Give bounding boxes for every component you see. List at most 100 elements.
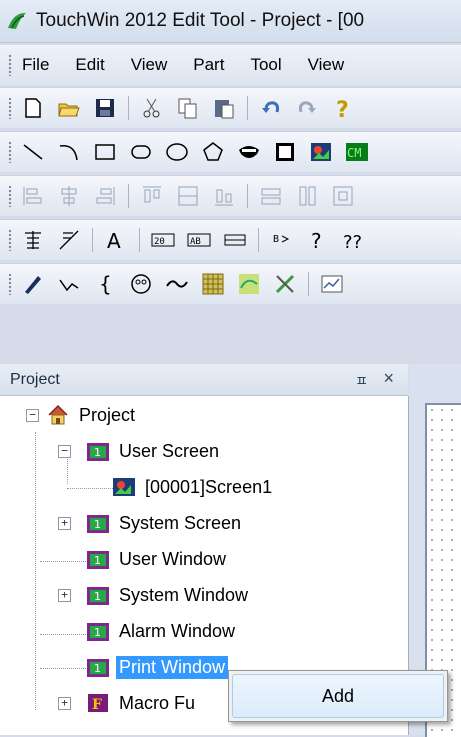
grip-handle[interactable]	[8, 54, 12, 76]
sector-icon[interactable]	[236, 139, 262, 165]
home-icon	[48, 404, 68, 425]
tree-item-screen1[interactable]: [00001]Screen1	[112, 472, 275, 502]
separator	[92, 228, 93, 252]
align-bottom-icon[interactable]	[211, 183, 237, 209]
chart-icon[interactable]	[319, 271, 345, 297]
tree-item-project[interactable]: − Project	[24, 400, 138, 430]
parts-toolbar: {	[0, 263, 461, 304]
pencil-icon[interactable]	[20, 271, 46, 297]
context-menu-add[interactable]: Add	[232, 674, 444, 718]
meter-icon[interactable]	[128, 271, 154, 297]
tree-item-alarm-window[interactable]: 1 Alarm Window	[86, 616, 238, 646]
svg-text:A: A	[107, 229, 121, 252]
pin-icon[interactable]: ㅍ	[355, 371, 368, 391]
svg-text:AB: AB	[190, 237, 201, 247]
image-icon[interactable]	[308, 139, 334, 165]
new-icon[interactable]	[20, 95, 46, 121]
screen-folder-icon: 1	[87, 515, 109, 533]
text-icon[interactable]: A	[103, 227, 129, 253]
bar-icon[interactable]	[236, 271, 262, 297]
paste-icon[interactable]	[211, 95, 237, 121]
expand-icon[interactable]: +	[58, 697, 71, 710]
redo-icon[interactable]	[294, 95, 320, 121]
table-icon[interactable]	[20, 227, 46, 253]
menu-view-2[interactable]: View	[306, 51, 347, 79]
tree-label: System Window	[119, 584, 249, 605]
tree-item-user-screen[interactable]: − 1 User Screen	[56, 436, 222, 466]
expand-icon[interactable]: +	[58, 517, 71, 530]
menu-part[interactable]: Part	[191, 51, 226, 79]
help-icon[interactable]: ?	[330, 95, 356, 121]
grip-handle[interactable]	[8, 97, 12, 119]
open-icon[interactable]	[56, 95, 82, 121]
align-left-icon[interactable]	[20, 183, 46, 209]
screen-folder-icon: 1	[87, 443, 109, 461]
tree-item-system-screen[interactable]: + 1 System Screen	[56, 508, 244, 538]
same-size-icon[interactable]	[330, 183, 356, 209]
tree-item-user-window[interactable]: 1 User Window	[86, 544, 229, 574]
menu-view[interactable]: View	[129, 51, 170, 79]
separator	[128, 96, 129, 120]
copy-icon[interactable]	[175, 95, 201, 121]
line-icon[interactable]	[20, 139, 46, 165]
tools-icon[interactable]	[272, 271, 298, 297]
bracket-icon[interactable]: {	[92, 271, 118, 297]
grip-handle[interactable]	[8, 185, 12, 207]
numeric-display-icon[interactable]: AB	[186, 227, 212, 253]
frame-icon[interactable]	[272, 139, 298, 165]
trend-icon[interactable]	[164, 271, 190, 297]
same-width-icon[interactable]	[258, 183, 284, 209]
tree-label: Alarm Window	[119, 620, 236, 641]
grip-handle[interactable]	[8, 273, 12, 295]
tree-item-system-window[interactable]: + 1 System Window	[56, 580, 251, 610]
window-folder-icon: 1	[87, 587, 109, 605]
svg-text:{: {	[99, 272, 112, 296]
window-folder-icon: 1	[87, 551, 109, 569]
align-middle-icon[interactable]	[175, 183, 201, 209]
svg-text:?: ?	[311, 229, 322, 252]
line-text-icon[interactable]	[56, 227, 82, 253]
align-right-icon[interactable]	[92, 183, 118, 209]
same-height-icon[interactable]	[294, 183, 320, 209]
question2-icon[interactable]: ??	[341, 227, 367, 253]
svg-text:F: F	[92, 697, 102, 713]
menu-file[interactable]: File	[20, 51, 51, 79]
menu-tool[interactable]: Tool	[248, 51, 283, 79]
save-icon[interactable]	[92, 95, 118, 121]
undo-icon[interactable]	[258, 95, 284, 121]
polyline-icon[interactable]	[56, 271, 82, 297]
arc-icon[interactable]	[56, 139, 82, 165]
string-icon[interactable]: B	[269, 227, 295, 253]
question-icon[interactable]: ?	[305, 227, 331, 253]
cut-icon[interactable]	[139, 95, 165, 121]
align-toolbar	[0, 175, 461, 216]
expand-icon[interactable]: +	[58, 589, 71, 602]
tree-item-macro[interactable]: + F Macro Fu	[56, 688, 198, 718]
button-icon[interactable]	[222, 227, 248, 253]
grip-handle[interactable]	[8, 141, 12, 163]
separator	[247, 184, 248, 208]
align-top-icon[interactable]	[139, 183, 165, 209]
rectangle-icon[interactable]	[92, 139, 118, 165]
collapse-icon[interactable]: −	[58, 445, 71, 458]
svg-text:1: 1	[94, 626, 101, 639]
ellipse-icon[interactable]	[164, 139, 190, 165]
menu-edit[interactable]: Edit	[73, 51, 106, 79]
collapse-icon[interactable]: −	[26, 409, 39, 422]
grip-handle[interactable]	[8, 229, 12, 251]
cm-icon[interactable]: CM	[344, 139, 370, 165]
tree-label: Project	[79, 404, 136, 425]
separator	[258, 228, 259, 252]
svg-text:1: 1	[94, 662, 101, 675]
align-center-icon[interactable]	[56, 183, 82, 209]
rounded-rect-icon[interactable]	[128, 139, 154, 165]
tree-item-print-window[interactable]: 1 Print Window	[86, 652, 229, 682]
grid-icon[interactable]	[200, 271, 226, 297]
numeric-input-icon[interactable]: 20	[150, 227, 176, 253]
tree-label: System Screen	[119, 512, 242, 533]
window-title: TouchWin 2012 Edit Tool - Project - [00	[36, 10, 365, 31]
polygon-icon[interactable]	[200, 139, 226, 165]
close-icon[interactable]: ×	[383, 368, 394, 389]
separator	[247, 96, 248, 120]
window-folder-icon: 1	[87, 623, 109, 641]
